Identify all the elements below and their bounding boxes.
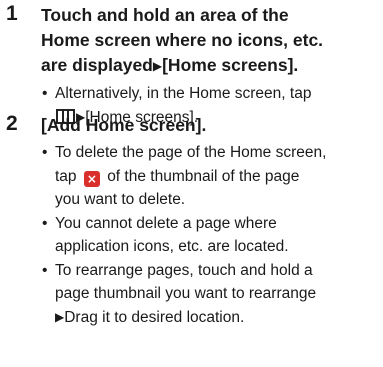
- bullet-text: of the thumbnail of the page: [107, 167, 300, 185]
- step-number: 2: [6, 112, 18, 135]
- bullet-text: tap: [55, 167, 77, 185]
- step-title-line: Touch and hold an area of the: [41, 5, 289, 25]
- bullet-text: To rearrange pages, touch and hold a: [55, 261, 313, 279]
- bullet-dot: •: [42, 261, 48, 279]
- bullet-item: • You cannot delete a page where applica…: [41, 212, 381, 259]
- arrow-icon: ▶: [152, 59, 163, 73]
- bullet-text: page thumbnail you want to rearrange: [55, 285, 317, 302]
- bullet-dot: •: [42, 214, 48, 232]
- step-title-line: are displayed: [41, 55, 153, 75]
- step-title-line: Home screen where no icons, etc.: [41, 30, 324, 50]
- step-title: [Add Home screen].: [41, 115, 207, 135]
- bullet-text: To delete the page of the Home screen,: [55, 144, 327, 161]
- bullet-item: • To rearrange pages, touch and hold a p…: [41, 259, 381, 331]
- bullet-text: Drag it to desired location.: [64, 308, 245, 326]
- bullet-item: • To delete the page of the Home screen,…: [41, 141, 381, 212]
- bullet-text: you want to delete.: [55, 191, 186, 208]
- step-number: 1: [6, 2, 18, 25]
- bullet-text: You cannot delete a page where: [55, 214, 277, 232]
- step-title-line: [Home screens].: [162, 55, 299, 75]
- bullet-text: Alternatively, in the Home screen, tap: [55, 85, 312, 102]
- bullet-list: • To delete the page of the Home screen,…: [41, 141, 381, 330]
- arrow-icon: ▶: [55, 309, 65, 324]
- bullet-text: application icons, etc. are located.: [55, 238, 289, 255]
- delete-icon: ×: [83, 170, 100, 187]
- bullet-dot: •: [42, 85, 48, 102]
- step-title: Touch and hold an area of the Home scree…: [41, 3, 341, 80]
- bullet-dot: •: [42, 144, 48, 161]
